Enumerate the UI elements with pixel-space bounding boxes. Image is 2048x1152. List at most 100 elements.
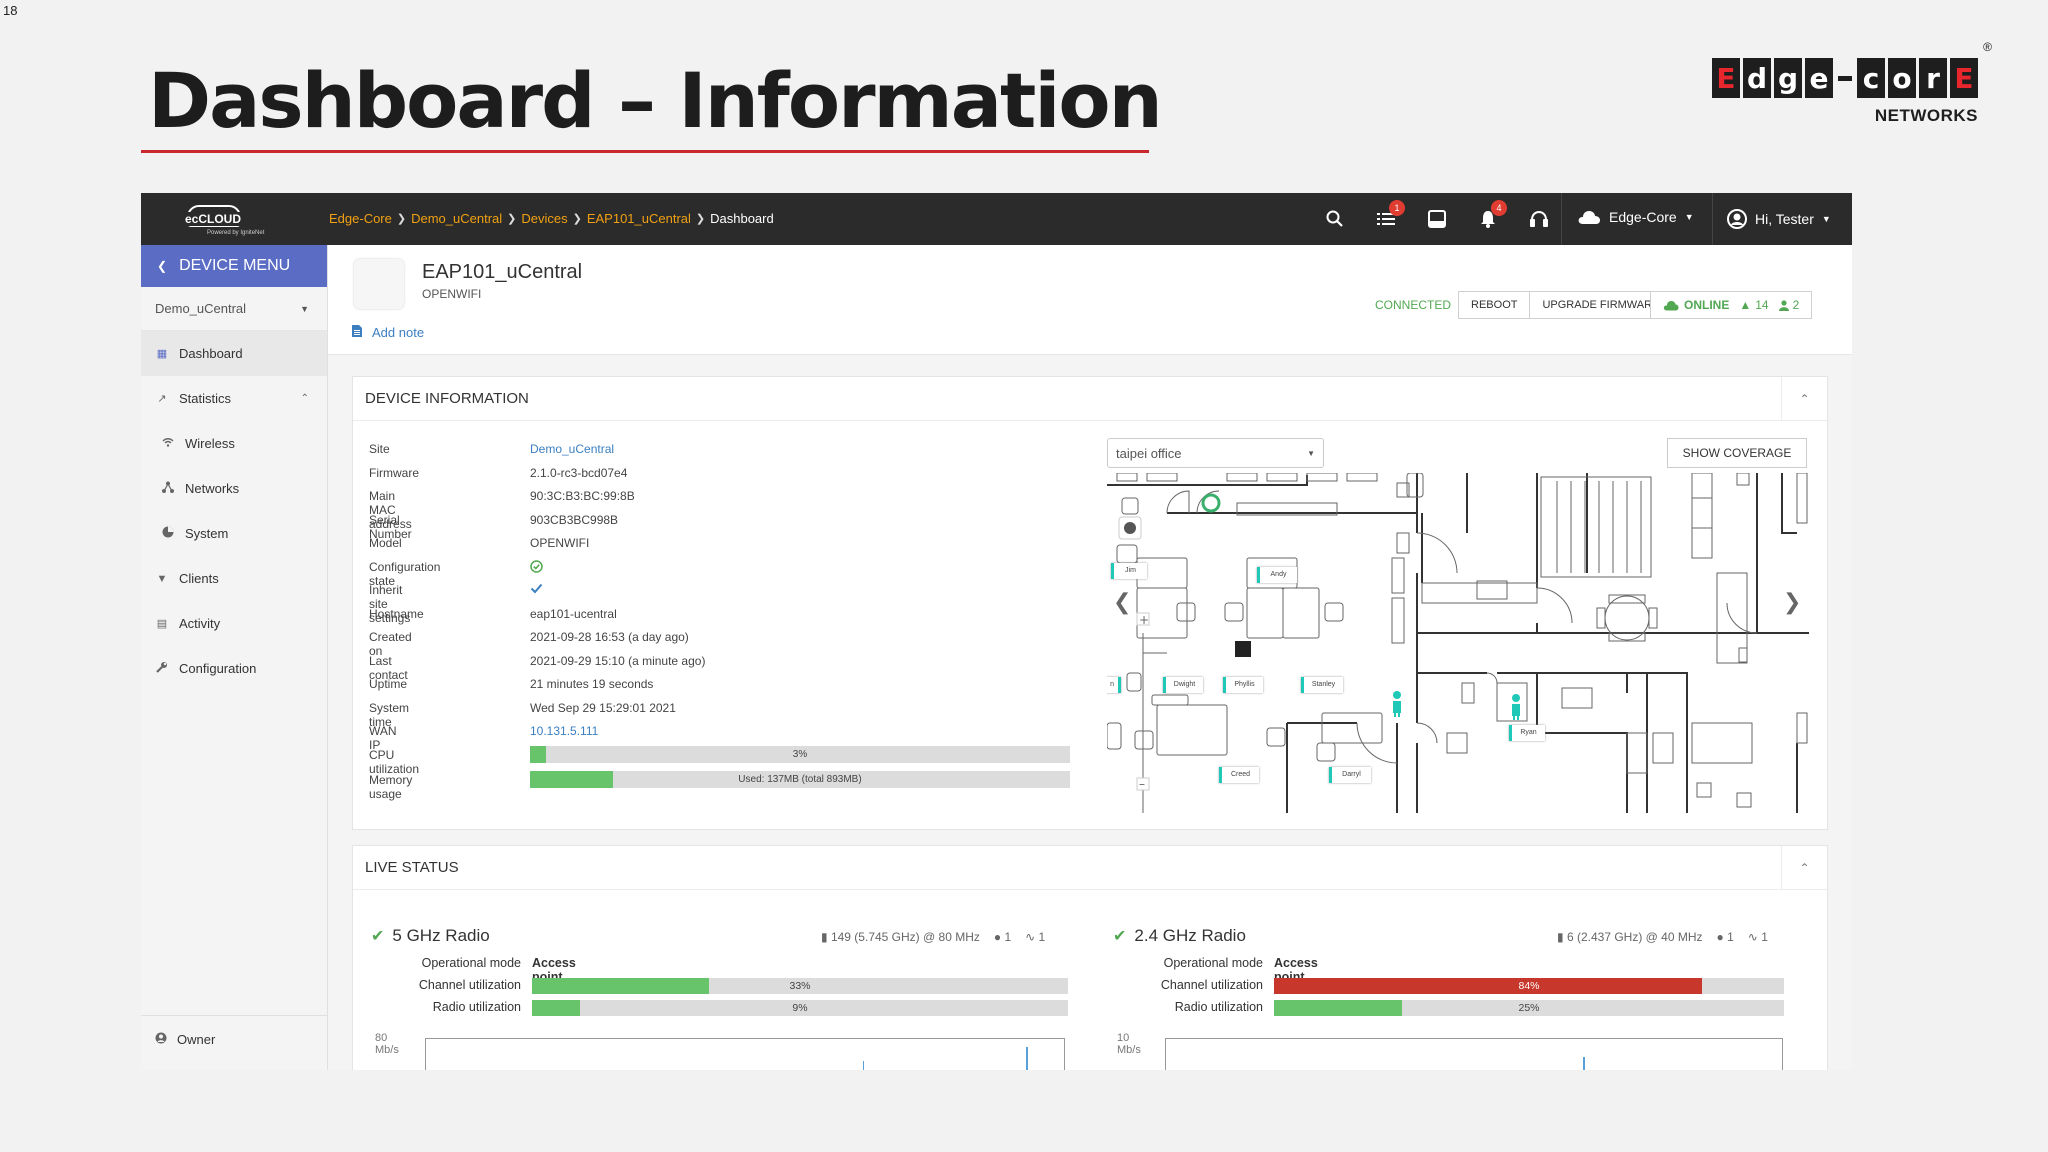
breadcrumb-link[interactable]: Devices: [521, 211, 567, 226]
info-label: Uptime: [369, 677, 408, 691]
radio-channel: ▮ 6 (2.437 GHz) @ 40 MHz: [1557, 930, 1703, 944]
user-icon: [1727, 209, 1747, 229]
online-label: ONLINE: [1684, 298, 1730, 312]
add-note-label: Add note: [372, 325, 425, 340]
site-link[interactable]: Demo_uCentral: [530, 442, 614, 456]
chart-y-max-label: 10 Mb/s: [1117, 1032, 1141, 1056]
sidebar-item-system[interactable]: System: [141, 511, 327, 556]
logo-letter: r: [1919, 58, 1947, 98]
show-coverage-button[interactable]: SHOW COVERAGE: [1667, 438, 1807, 468]
tasks-badge: 1: [1389, 200, 1405, 216]
radio-stats: ▮ 6 (2.437 GHz) @ 40 MHz ● 1 ∿ 1: [1557, 930, 1768, 944]
sidebar-item-statistics[interactable]: ↗ Statistics ⌃: [141, 376, 327, 421]
pie-icon: [161, 526, 175, 541]
card-title: LIVE STATUS: [365, 859, 459, 876]
sidebar-item-configuration[interactable]: Configuration: [141, 646, 327, 691]
search-icon[interactable]: [1322, 206, 1348, 232]
brand-name: ecCLOUD: [183, 212, 244, 226]
sidebar-item-activity[interactable]: ▤ Activity: [141, 601, 327, 646]
radio-ssids-value: 1: [1038, 930, 1046, 944]
logo-letter: o: [1888, 58, 1916, 98]
info-value: eap101-ucentral: [530, 606, 617, 621]
site-select[interactable]: Demo_uCentral ▼: [141, 287, 327, 331]
connection-status: CONNECTED: [1375, 298, 1452, 312]
card-title: DEVICE INFORMATION: [365, 390, 529, 407]
breadcrumb-link[interactable]: Edge-Core: [329, 211, 392, 226]
org-name: Edge-Core: [1609, 209, 1677, 225]
throughput-chart: [425, 1038, 1065, 1070]
caret-down-icon: ▼: [1821, 214, 1831, 224]
radio-channel-value: 6 (2.437 GHz) @ 40 MHz: [1566, 930, 1703, 944]
online-status: ONLINE: [1663, 298, 1729, 312]
channel-utilization-bar: 84%: [1274, 978, 1784, 994]
sidebar-item-label: Wireless: [185, 436, 235, 451]
sidebar-item-clients[interactable]: ▼ Clients: [141, 556, 327, 601]
radio-ssids: ∿ 1: [1748, 930, 1768, 944]
tasks-icon[interactable]: 1: [1373, 200, 1405, 232]
info-label: Memory usage: [369, 772, 413, 801]
bell-icon[interactable]: 4: [1475, 200, 1507, 232]
sidebar-item-label: Activity: [179, 616, 221, 631]
info-value: OPENWIFI: [530, 536, 590, 550]
user-menu[interactable]: Hi, Tester ▼: [1727, 209, 1831, 229]
info-label: Site: [369, 442, 390, 456]
slide-number: 18: [3, 3, 18, 18]
floor-label: Andy: [1257, 567, 1297, 583]
sidebar-item-networks[interactable]: Networks: [141, 466, 327, 511]
chevron-left-icon: ❮: [157, 259, 168, 273]
chevron-right-icon[interactable]: ❯: [1783, 590, 1801, 615]
op-mode-label: Operational mode: [421, 956, 521, 970]
chevron-up-icon[interactable]: ⌃: [1781, 377, 1827, 421]
floor-label: Stanley: [1301, 677, 1343, 693]
sidebar-item-label: Dashboard: [179, 346, 243, 361]
radio-channel-value: 149 (5.745 GHz) @ 80 MHz: [830, 930, 980, 944]
breadcrumb-link[interactable]: EAP101_uCentral: [587, 211, 691, 226]
app-screenshot: ecCLOUD Powered by IgniteNet Edge-Core ❯…: [141, 193, 1852, 1070]
user-name: Hi, Tester: [1755, 211, 1814, 227]
radio-utilization-text: 25%: [1518, 1002, 1540, 1014]
wifi-icon: ∿: [1747, 930, 1758, 944]
device-information-card: DEVICE INFORMATION ⌃ Site Demo_uCentral …: [352, 376, 1828, 830]
access-point-marker[interactable]: [1201, 493, 1221, 513]
sidebar-item-wireless[interactable]: Wireless: [141, 421, 327, 466]
radio-utilization-label: Radio utilization: [1174, 1000, 1263, 1014]
wan-ip-link[interactable]: 10.131.5.111: [530, 724, 598, 738]
reboot-button[interactable]: REBOOT: [1458, 291, 1531, 319]
sidebar-item-owner[interactable]: Owner: [141, 1015, 328, 1063]
info-label: CPU utilization: [369, 747, 420, 776]
signal-icon: ▮: [821, 930, 828, 944]
chevron-up-icon[interactable]: ⌃: [1781, 846, 1827, 890]
floor-select[interactable]: taipei office ▼: [1107, 438, 1324, 468]
sidebar-item-dashboard[interactable]: ▦ Dashboard: [141, 331, 327, 376]
info-label: Hostname: [369, 606, 424, 621]
floor-select-value: taipei office: [1116, 445, 1182, 461]
info-value: 2021-09-29 15:10 (a minute ago): [530, 653, 706, 668]
radio-name: 2.4 GHz Radio: [1134, 926, 1246, 945]
chevron-left-icon[interactable]: ❮: [1113, 590, 1131, 615]
floor-label: n: [1107, 677, 1121, 693]
headset-icon[interactable]: [1526, 206, 1552, 232]
sidebar: ❮ DEVICE MENU Demo_uCentral ▼ ▦ Dashboar…: [141, 245, 328, 1070]
org-selector[interactable]: Edge-Core ▼: [1577, 209, 1694, 225]
user-circle-icon: [155, 1032, 167, 1047]
plus-icon: +: [1139, 613, 1149, 627]
clients-count: 2: [1778, 298, 1799, 312]
inbox-icon[interactable]: [1424, 206, 1450, 232]
check-icon: ✔: [1113, 928, 1127, 945]
radio-ssids-value: 1: [1761, 930, 1768, 944]
breadcrumb-link[interactable]: Demo_uCentral: [411, 211, 502, 226]
cloud-check-icon: [1663, 300, 1679, 310]
radio-name: 5 GHz Radio: [392, 926, 490, 945]
device-name: EAP101_uCentral: [422, 261, 583, 283]
slide-title: Dashboard – Information: [148, 56, 1163, 145]
user-icon: [1778, 299, 1789, 311]
memory-bar: Used: 137MB (total 893MB): [530, 770, 1070, 788]
device-menu-header[interactable]: ❮ DEVICE MENU: [141, 245, 327, 287]
person-marker: [1393, 691, 1401, 717]
brand-logo[interactable]: ecCLOUD Powered by IgniteNet: [177, 203, 264, 237]
radio-channel: ▮ 149 (5.745 GHz) @ 80 MHz: [821, 930, 980, 944]
caret-down-icon: ▼: [1684, 212, 1694, 222]
floor-label: Creed: [1219, 767, 1259, 783]
add-note-link[interactable]: Add note: [352, 325, 424, 340]
radio-clients-value: 1: [1004, 930, 1012, 944]
